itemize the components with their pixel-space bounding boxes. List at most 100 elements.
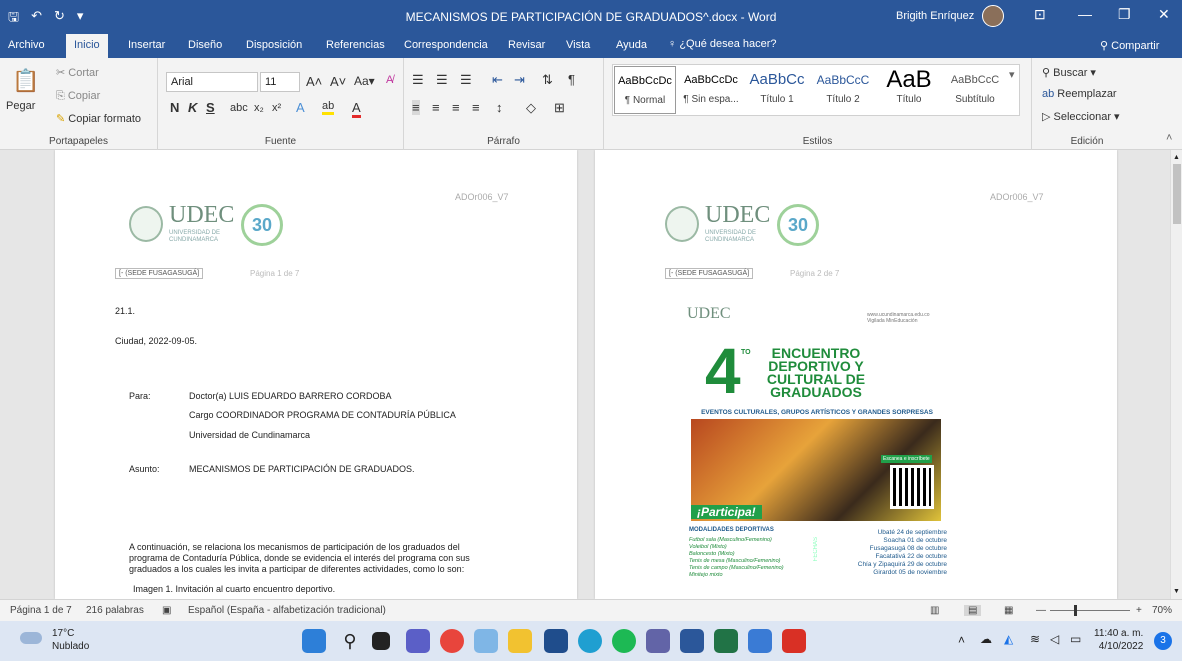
notification-badge[interactable]: 3 xyxy=(1154,632,1172,650)
style-no-spacing[interactable]: AaBbCcDc ¶ Sin espa... xyxy=(680,66,742,114)
task-view-icon[interactable] xyxy=(372,632,390,650)
clear-format-icon[interactable]: A̸ xyxy=(386,74,393,86)
align-left-icon[interactable]: ≡ xyxy=(412,100,420,115)
tab-archivo[interactable]: Archivo xyxy=(8,39,45,51)
styles-scroll-icon[interactable]: ▾ xyxy=(1009,68,1015,81)
weather-widget[interactable]: 17°C Nublado xyxy=(52,627,89,653)
proofing-icon[interactable]: ▣ xyxy=(162,605,171,616)
user-name[interactable]: Brigith Enríquez xyxy=(896,10,974,22)
text-effects-icon[interactable]: A xyxy=(296,100,305,115)
volume-icon[interactable]: ◁ xyxy=(1050,632,1059,646)
shrink-font-icon[interactable]: A˅ xyxy=(330,74,346,89)
zoom-slider[interactable] xyxy=(1050,610,1130,611)
start-icon[interactable] xyxy=(302,629,326,653)
scroll-down-icon[interactable]: ▼ xyxy=(1173,588,1180,595)
acrobat-icon[interactable] xyxy=(782,629,806,653)
tab-inicio[interactable]: Inicio xyxy=(66,34,108,58)
multilevel-list-icon[interactable]: ☰ xyxy=(460,72,472,88)
spotify-icon[interactable] xyxy=(612,629,636,653)
collapse-ribbon-icon[interactable]: ˄ xyxy=(1166,132,1172,144)
gallery-icon[interactable] xyxy=(748,629,772,653)
tab-ayuda[interactable]: Ayuda xyxy=(616,39,647,51)
shading-icon[interactable]: ◇ xyxy=(526,100,536,116)
store-icon[interactable] xyxy=(544,629,568,653)
font-size-select[interactable]: 11 xyxy=(260,72,300,92)
teams-icon[interactable] xyxy=(646,629,670,653)
google-drive-icon[interactable]: ◭ xyxy=(1004,632,1013,646)
numbering-icon[interactable]: ☰ xyxy=(436,72,448,88)
clock[interactable]: 11:40 a. m. 4/10/2022 xyxy=(1094,627,1143,653)
tell-me-search[interactable]: ♀ ¿Qué desea hacer? xyxy=(668,38,777,50)
tab-referencias[interactable]: Referencias xyxy=(326,39,385,51)
photos-icon[interactable] xyxy=(474,629,498,653)
tab-revisar[interactable]: Revisar xyxy=(508,39,545,51)
subscript-icon[interactable]: x₂ xyxy=(254,102,264,114)
zoom-level[interactable]: 70% xyxy=(1152,605,1172,616)
replace-button[interactable]: ab Reemplazar xyxy=(1042,88,1117,100)
increase-indent-icon[interactable]: ⇥ xyxy=(514,72,525,88)
onedrive-icon[interactable]: ☁ xyxy=(980,632,992,646)
decrease-indent-icon[interactable]: ⇤ xyxy=(492,72,503,88)
tab-vista[interactable]: Vista xyxy=(566,39,590,51)
borders-icon[interactable]: ⊞ xyxy=(554,100,565,116)
bold-button[interactable]: N xyxy=(170,100,179,115)
close-icon[interactable]: ✕ xyxy=(1158,6,1170,23)
zoom-in-icon[interactable]: + xyxy=(1136,605,1142,616)
tab-diseno[interactable]: Diseño xyxy=(188,39,222,51)
style-title[interactable]: AaB Título xyxy=(878,66,940,114)
copy-button[interactable]: ⎘ Copiar xyxy=(56,90,100,103)
battery-icon[interactable]: ▭ xyxy=(1070,632,1081,646)
change-case-icon[interactable]: Aa▾ xyxy=(354,74,375,88)
word-count[interactable]: 216 palabras xyxy=(86,605,144,616)
vertical-scrollbar[interactable]: ▲ ▼ xyxy=(1170,150,1182,599)
strikethrough-icon[interactable]: abc xyxy=(230,102,248,114)
event-poster-image[interactable]: UDEC www.ucundinamarca.edu.co Vigilada M… xyxy=(685,305,949,599)
zoom-out-icon[interactable]: — xyxy=(1036,605,1046,616)
excel-icon[interactable] xyxy=(714,629,738,653)
font-name-select[interactable]: Arial xyxy=(166,72,258,92)
style-heading-2[interactable]: AaBbCcC Título 2 xyxy=(812,66,874,114)
find-button[interactable]: ⚲ Buscar ▾ xyxy=(1042,66,1096,79)
align-right-icon[interactable]: ≡ xyxy=(452,100,460,115)
grow-font-icon[interactable]: A˄ xyxy=(306,74,322,89)
edge-icon[interactable] xyxy=(578,629,602,653)
tab-insertar[interactable]: Insertar xyxy=(128,39,165,51)
tab-disposicion[interactable]: Disposición xyxy=(246,39,302,51)
maximize-icon[interactable]: ❐ xyxy=(1118,6,1131,23)
page-count[interactable]: Página 1 de 7 xyxy=(10,605,72,616)
print-layout-icon[interactable]: ▤ xyxy=(964,605,982,616)
select-button[interactable]: ▷ Seleccionar ▾ xyxy=(1042,110,1120,123)
font-color-icon[interactable]: A xyxy=(352,100,361,118)
chat-icon[interactable] xyxy=(406,629,430,653)
show-marks-icon[interactable]: ¶ xyxy=(568,72,575,87)
chrome-icon[interactable] xyxy=(440,629,464,653)
italic-button[interactable]: K xyxy=(188,100,197,115)
page-1[interactable]: ADOr006_V7 UDEC UNIVERSIDAD DE CUNDINAMA… xyxy=(55,150,577,599)
paste-button[interactable]: Pegar xyxy=(6,100,35,112)
tab-correspondencia[interactable]: Correspondencia xyxy=(404,39,488,51)
read-mode-icon[interactable]: ▥ xyxy=(930,605,939,616)
wifi-icon[interactable]: ≋ xyxy=(1030,632,1040,646)
search-icon[interactable]: ⚲ xyxy=(338,629,362,653)
underline-button[interactable]: S xyxy=(206,100,215,115)
highlight-icon[interactable]: ab xyxy=(322,100,335,115)
paste-icon[interactable]: 📋 xyxy=(12,68,39,94)
format-painter-button[interactable]: ✎ Copiar formato xyxy=(56,112,141,125)
scroll-thumb[interactable] xyxy=(1173,164,1181,224)
minimize-icon[interactable]: — xyxy=(1078,6,1092,22)
avatar[interactable] xyxy=(982,5,1004,27)
sort-icon[interactable]: ⇅ xyxy=(542,72,553,88)
word-icon[interactable] xyxy=(680,629,704,653)
bullets-icon[interactable]: ☰ xyxy=(412,72,424,88)
style-subtitle[interactable]: AaBbCcC Subtítulo xyxy=(944,66,1006,114)
style-heading-1[interactable]: AaBbCc Título 1 xyxy=(746,66,808,114)
file-explorer-icon[interactable] xyxy=(508,629,532,653)
web-layout-icon[interactable]: ▦ xyxy=(1004,605,1013,616)
superscript-icon[interactable]: x² xyxy=(272,102,281,114)
zoom-slider-thumb[interactable] xyxy=(1074,605,1077,616)
align-center-icon[interactable]: ≡ xyxy=(432,100,440,115)
document-area[interactable]: ADOr006_V7 UDEC UNIVERSIDAD DE CUNDINAMA… xyxy=(0,150,1170,599)
language-label[interactable]: Español (España - alfabetización tradici… xyxy=(188,605,386,616)
style-normal[interactable]: AaBbCcDc ¶ Normal xyxy=(614,66,676,114)
ribbon-display-options-icon[interactable]: ⊡ xyxy=(1034,6,1046,23)
